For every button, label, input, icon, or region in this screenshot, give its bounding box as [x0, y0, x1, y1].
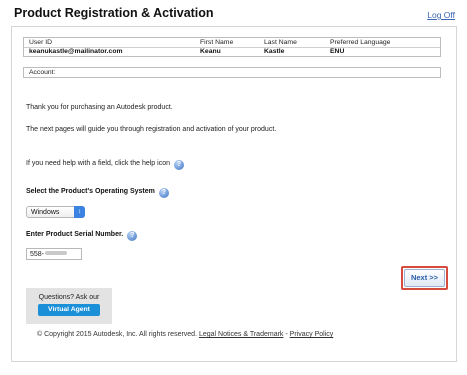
os-field-label: Select the Product's Operating System? — [26, 188, 169, 198]
user-info-table: User ID First Name Last Name Preferred L… — [23, 37, 441, 57]
guide-text: The next pages will guide you through re… — [26, 126, 277, 133]
serial-number-input[interactable]: 558- — [26, 248, 82, 260]
os-label-text: Select the Product's Operating System — [26, 188, 155, 195]
serial-label-text: Enter Product Serial Number. — [26, 231, 124, 238]
user-id-value: keanukastle@mailinator.com — [29, 47, 123, 55]
thanks-text: Thank you for purchasing an Autodesk pro… — [26, 104, 173, 111]
agent-prompt: Questions? Ask our — [38, 294, 100, 301]
help-hint-text: If you need help with a field, click the… — [26, 160, 170, 167]
os-select[interactable]: Windows ↕ — [26, 206, 85, 218]
help-icon[interactable]: ? — [127, 231, 138, 241]
last-name-value: Kastle — [264, 47, 285, 55]
account-row: Account: — [23, 67, 441, 78]
user-id-header: User ID — [29, 39, 53, 46]
virtual-agent-panel: Questions? Ask our Virtual Agent — [26, 288, 112, 324]
footer: © Copyright 2015 Autodesk, Inc. All righ… — [37, 331, 333, 338]
last-name-header: Last Name — [264, 39, 297, 46]
logoff-link[interactable]: Log Off — [427, 10, 455, 20]
help-icon[interactable]: ? — [158, 188, 169, 198]
serial-field-label: Enter Product Serial Number.? — [26, 231, 138, 241]
serial-value-prefix: 558- — [30, 251, 45, 258]
page-title: Product Registration & Activation — [14, 6, 214, 20]
os-selected-value: Windows — [31, 209, 60, 216]
copyright-text: © Copyright 2015 Autodesk, Inc. All righ… — [37, 331, 198, 338]
chevron-updown-icon: ↕ — [74, 206, 85, 218]
preferred-language-value: ENU — [330, 47, 345, 55]
privacy-policy-link[interactable]: Privacy Policy — [290, 331, 334, 338]
help-hint: If you need help with a field, click the… — [26, 160, 184, 170]
account-label: Account: — [29, 69, 56, 76]
next-button[interactable]: Next >> — [404, 269, 445, 287]
first-name-header: First Name — [200, 39, 234, 46]
redacted-serial — [45, 251, 68, 255]
footer-separator: - — [285, 331, 288, 338]
help-icon[interactable]: ? — [173, 160, 184, 170]
first-name-value: Keanu — [200, 47, 221, 55]
virtual-agent-button[interactable]: Virtual Agent — [38, 304, 100, 316]
preferred-language-header: Preferred Language — [330, 39, 391, 46]
legal-notices-link[interactable]: Legal Notices & Trademark — [199, 331, 283, 338]
